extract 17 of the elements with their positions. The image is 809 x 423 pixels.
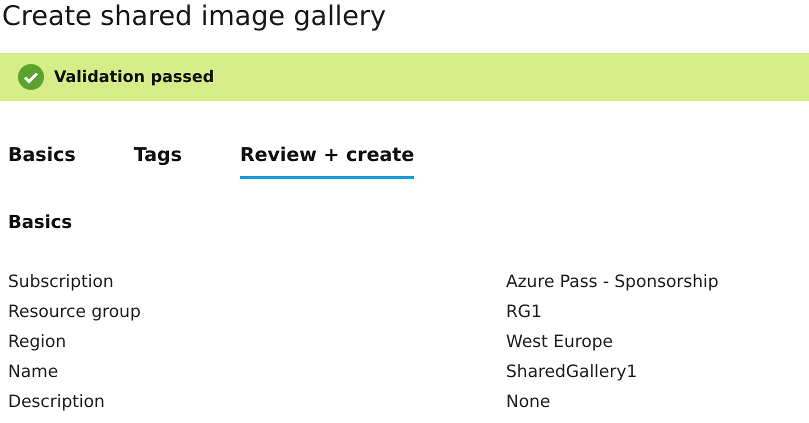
page-title: Create shared image gallery — [1, 0, 387, 33]
field-value: RG1 — [506, 300, 542, 324]
banner-text: Validation passed — [54, 66, 214, 88]
tab[interactable]: Review + create — [240, 141, 414, 178]
field-label: Region — [8, 330, 68, 354]
field-label: Description — [8, 390, 106, 414]
field-value: Azure Pass - Sponsorship — [506, 270, 719, 294]
field-label: Subscription — [8, 270, 115, 294]
tab[interactable]: Basics — [8, 141, 76, 178]
field-label: Name — [8, 360, 60, 384]
section-heading: Basics — [7, 210, 74, 234]
check-circle-icon — [18, 64, 44, 90]
field-label: Resource group — [8, 300, 142, 324]
field-value: None — [506, 390, 550, 414]
field-value: SharedGallery1 — [506, 360, 638, 384]
field-value: West Europe — [506, 330, 613, 354]
tab[interactable]: Tags — [134, 141, 182, 178]
